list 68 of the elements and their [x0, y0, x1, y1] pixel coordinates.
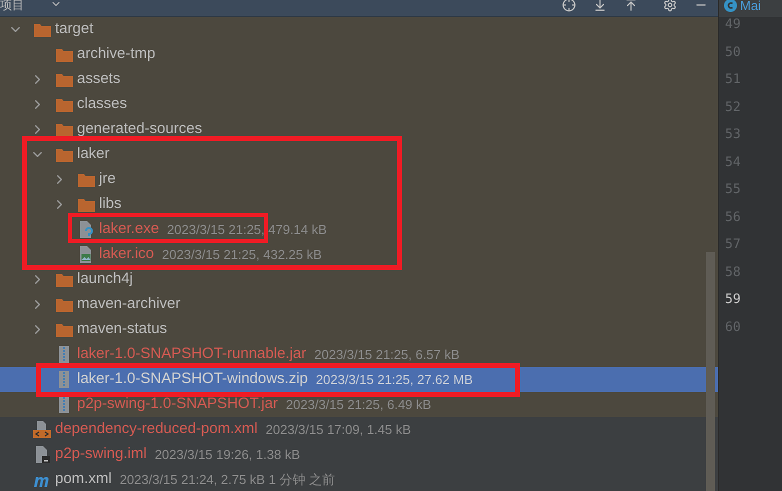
folder-icon — [56, 298, 72, 312]
expand-all-icon[interactable] — [593, 0, 607, 12]
file-details: 2023/3/15 21:25, 27.62 MB — [316, 370, 473, 389]
tree-row[interactable]: maven-archiver — [0, 292, 718, 317]
folder-icon — [56, 48, 72, 62]
folder-icon — [56, 148, 72, 162]
collapse-all-icon[interactable] — [624, 0, 638, 12]
scrollbar[interactable] — [706, 252, 715, 491]
file-name: jre — [99, 169, 116, 190]
folder-icon — [78, 172, 94, 186]
archive-file-icon — [58, 371, 70, 388]
panel-title: 项目 — [0, 0, 24, 11]
folder-icon — [34, 22, 50, 36]
locate-icon[interactable] — [562, 0, 576, 12]
file-details: 2023/3/15 19:26, 1.38 kB — [154, 446, 300, 464]
settings-icon[interactable] — [663, 0, 677, 12]
file-details: 2023/3/15 21:25, 432.25 kB — [162, 246, 322, 264]
tree-row[interactable]: archive-tmp — [0, 42, 718, 67]
file-name: target — [55, 19, 94, 40]
xml-file-icon — [33, 421, 51, 438]
file-name: laker.exe — [99, 219, 160, 240]
file-name: archive-tmp — [77, 44, 156, 64]
tree-row[interactable]: libs — [0, 192, 718, 217]
file-details: 2023/3/15 17:09, 1.45 kB — [266, 420, 411, 439]
image-file-icon — [78, 246, 94, 263]
executable-file-icon — [78, 221, 94, 238]
module-file-icon — [34, 446, 50, 463]
file-name: p2p-swing.iml — [55, 444, 147, 464]
tree-row[interactable]: launch4j — [0, 267, 718, 292]
folder-icon — [56, 122, 72, 136]
file-name: launch4j — [77, 269, 133, 290]
file-name: laker-1.0-SNAPSHOT-runnable.jar — [77, 344, 306, 364]
tree-row[interactable]: laker — [0, 142, 718, 167]
file-name: laker-1.0-SNAPSHOT-windows.zip — [77, 369, 308, 390]
file-name: classes — [77, 94, 128, 114]
editor-tab[interactable]: Mai — [719, 0, 782, 17]
class-c-icon — [724, 0, 737, 12]
tree-row[interactable]: maven-status — [0, 317, 718, 342]
folder-icon — [56, 98, 72, 112]
archive-file-icon — [58, 396, 70, 413]
line-number: 59 — [725, 292, 741, 308]
tree-row[interactable]: laker-1.0-SNAPSHOT-windows.zip 2023/3/15 21:25, 27.62 MB — [0, 367, 718, 392]
tree-row[interactable]: jre — [0, 167, 718, 192]
folder-icon — [56, 272, 72, 286]
tree-row[interactable]: classes — [0, 92, 718, 117]
folder-icon — [56, 72, 72, 86]
file-details: 2023/3/15 21:25, 479.14 kB — [167, 220, 327, 239]
tree-row[interactable]: laker.ico 2023/3/15 21:25, 432.25 kB — [0, 242, 718, 267]
file-details: 2023/3/15 21:24, 2.75 kB 1 分钟 之前 — [120, 470, 336, 489]
tree-row[interactable]: laker.exe 2023/3/15 21:25, 479.14 kB — [0, 217, 718, 242]
file-name: maven-archiver — [77, 294, 180, 314]
file-name: maven-status — [77, 319, 168, 340]
editor-tab-title: Mai — [740, 0, 761, 12]
archive-file-icon — [58, 346, 70, 363]
tree-row[interactable]: target — [0, 17, 718, 42]
file-name: laker.ico — [99, 244, 154, 264]
file-name: p2p-swing-1.0-SNAPSHOT.jar — [77, 394, 278, 414]
tree-row[interactable]: assets — [0, 67, 718, 92]
file-name: laker — [77, 144, 110, 164]
file-name: pom.xml — [55, 469, 112, 490]
file-details: 2023/3/15 21:25, 6.49 kB — [286, 396, 432, 414]
folder-icon — [78, 198, 94, 212]
file-name: libs — [99, 194, 122, 214]
file-name: assets — [77, 69, 120, 90]
folder-icon — [56, 322, 72, 336]
file-name: generated-sources — [77, 119, 202, 140]
file-details: 2023/3/15 21:25, 6.57 kB — [314, 346, 460, 364]
file-name: dependency-reduced-pom.xml — [55, 419, 258, 440]
